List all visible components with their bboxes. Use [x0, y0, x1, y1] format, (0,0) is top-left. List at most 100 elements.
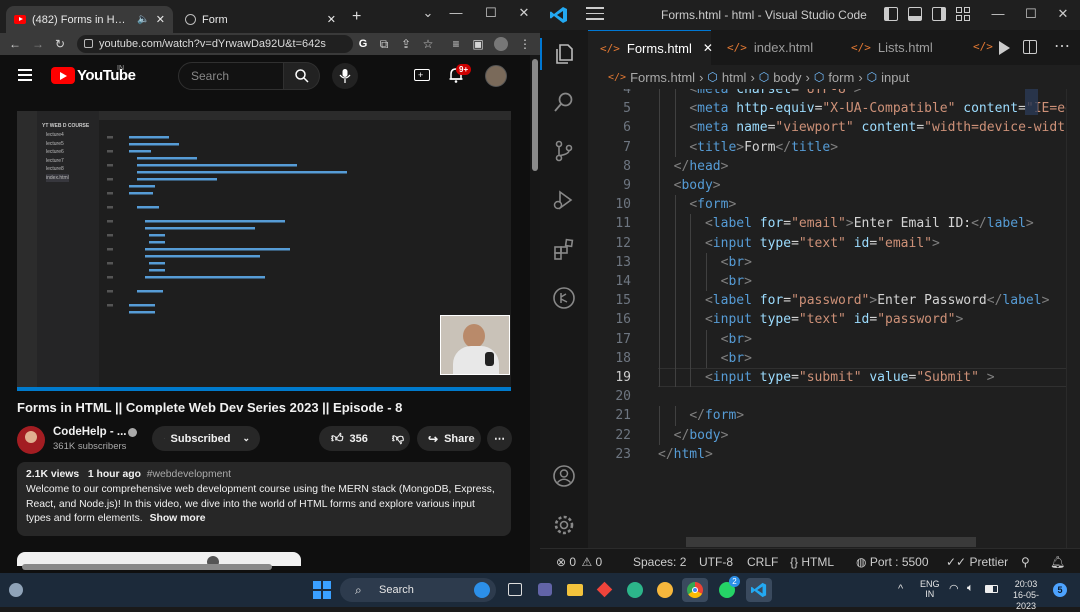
code-line[interactable]: </html>	[658, 445, 713, 464]
code-line[interactable]: </head>	[658, 157, 729, 176]
chrome-tab-form[interactable]: Form ✕	[177, 6, 344, 33]
google-lens-icon[interactable]: G	[356, 37, 370, 51]
breadcrumb-item[interactable]: input	[881, 70, 909, 85]
install-icon[interactable]: ⧉	[377, 37, 391, 51]
windows-start-icon[interactable]	[313, 581, 331, 599]
run-play-icon[interactable]	[999, 41, 1010, 55]
create-video-icon[interactable]: +	[414, 69, 430, 81]
reading-list-icon[interactable]: ≡	[449, 37, 463, 51]
clock[interactable]: 20:03 16-05-2023	[1005, 579, 1047, 612]
settings-gear-icon[interactable]	[552, 513, 576, 537]
weather-widget-icon[interactable]	[9, 583, 23, 597]
minimap[interactable]	[1025, 89, 1038, 115]
problems-indicator[interactable]: ⊗ 0 ⚠ 0	[556, 555, 602, 569]
channel-avatar[interactable]	[17, 426, 45, 454]
bookmark-star-icon[interactable]: ☆	[421, 37, 435, 51]
taskbar-search-input[interactable]: ⌕ Search	[340, 578, 496, 602]
vscode-close-button[interactable]: ✕	[1049, 4, 1077, 24]
notification-center-badge[interactable]: 5	[1053, 583, 1067, 597]
prettier-status[interactable]: ✓✓ Prettier	[946, 555, 1008, 569]
address-bar[interactable]: youtube.com/watch?v=dYrwawDa92U&t=642s	[77, 35, 353, 53]
code-line[interactable]: <meta name="viewport" content="width=dev…	[658, 118, 1080, 137]
code-line[interactable]: <meta http-equiv="X-UA-Compatible" conte…	[658, 99, 1080, 118]
site-info-icon[interactable]	[84, 39, 93, 48]
open-preview-icon[interactable]: </>	[973, 40, 993, 53]
code-line[interactable]: <meta charset="UTF-8">	[658, 89, 861, 99]
code-line[interactable]: <title>Form</title>	[658, 138, 838, 157]
profile-avatar[interactable]	[494, 37, 508, 51]
show-hidden-icons-chevron[interactable]: ^	[898, 583, 903, 595]
customize-layout-icon[interactable]	[956, 7, 970, 21]
encoding-status[interactable]: UTF-8	[699, 555, 733, 569]
breadcrumb-item[interactable]: body	[773, 70, 801, 85]
teams-chat-icon[interactable]	[532, 578, 558, 602]
new-tab-button[interactable]: +	[352, 8, 361, 26]
code-line[interactable]: <input type="submit" value="Submit" >	[658, 368, 995, 387]
vscode-taskbar-icon[interactable]	[746, 578, 772, 602]
code-line[interactable]: <br>	[658, 253, 752, 272]
reload-icon[interactable]: ↻	[53, 37, 67, 51]
code-line[interactable]: <input type="text" id="password">	[658, 310, 963, 329]
paint-icon[interactable]	[652, 578, 678, 602]
eol-status[interactable]: CRLF	[747, 555, 778, 569]
code-line[interactable]: <br>	[658, 349, 752, 368]
toggle-panel-icon[interactable]	[908, 7, 922, 21]
thumbs-down-icon[interactable]: 👎︎	[392, 431, 404, 446]
tab-index-html[interactable]: </> index.html	[715, 30, 833, 65]
tab-lists-html[interactable]: </> Lists.html	[839, 30, 959, 65]
share-page-icon[interactable]: ⇪	[399, 37, 413, 51]
volume-icon[interactable]: 🔈︎	[967, 582, 974, 595]
hamburger-menu-icon[interactable]	[586, 7, 604, 21]
speaker-icon[interactable]: 🔈	[137, 14, 149, 25]
back-arrow-icon[interactable]: ←	[8, 37, 22, 51]
source-control-icon[interactable]	[552, 139, 576, 163]
extensions-icon[interactable]	[552, 237, 576, 261]
close-window-button[interactable]: ✕	[510, 3, 538, 23]
edge-browser-icon[interactable]	[622, 578, 648, 602]
share-button[interactable]: ↪ Share	[417, 426, 481, 451]
avatar[interactable]	[485, 65, 507, 87]
code-line[interactable]: </body>	[658, 426, 729, 445]
search-button[interactable]	[284, 62, 320, 90]
close-tab-icon[interactable]: ✕	[327, 13, 336, 26]
side-panel-icon[interactable]: ▣	[471, 37, 485, 51]
breadcrumb-item[interactable]: Forms.html	[630, 70, 695, 85]
breadcrumb-item[interactable]: html	[722, 70, 747, 85]
language-indicator[interactable]: ENG IN	[920, 579, 940, 599]
anydesk-icon[interactable]	[592, 578, 618, 602]
subscribed-button[interactable]: Subscribed ⌄	[152, 426, 260, 451]
code-line[interactable]: <br>	[658, 272, 752, 291]
thumbs-up-icon[interactable]: 👍︎	[331, 431, 344, 446]
like-count[interactable]: 356	[350, 433, 368, 445]
chrome-tab-search-icon[interactable]: ⌄	[414, 3, 442, 23]
git-graph-icon[interactable]	[552, 286, 576, 310]
vscode-minimize-button[interactable]: —	[984, 4, 1012, 24]
feedback-icon[interactable]: ⚲	[1021, 555, 1030, 569]
live-server-status[interactable]: ◍ Port : 5500	[856, 555, 929, 569]
wifi-icon[interactable]: ◠	[949, 582, 959, 595]
explorer-files-icon[interactable]	[552, 42, 576, 66]
close-tab-icon[interactable]: ✕	[703, 41, 713, 55]
video-player[interactable]: YT WEB D COURSE lecture4 lecture5 lectur…	[17, 111, 511, 391]
code-line[interactable]: <label for="password">Enter Password</la…	[658, 291, 1049, 310]
channel-name[interactable]: CodeHelp - ...	[53, 426, 126, 438]
close-tab-icon[interactable]: ✕	[156, 13, 165, 26]
vscode-maximize-button[interactable]: ☐	[1017, 4, 1045, 24]
video-description-box[interactable]: 2.1K views 1 hour ago #webdevelopment We…	[17, 462, 511, 536]
code-line[interactable]: <form>	[658, 195, 736, 214]
voice-search-button[interactable]	[332, 63, 358, 89]
toggle-secondary-sidebar-icon[interactable]	[932, 7, 946, 21]
task-view-icon[interactable]	[502, 578, 528, 602]
chrome-tab-youtube[interactable]: (482) Forms in HTML || Comp 🔈 ✕	[6, 6, 173, 33]
toggle-primary-sidebar-icon[interactable]	[884, 7, 898, 21]
chrome-taskbar-icon[interactable]	[682, 578, 708, 602]
editor-horizontal-scrollbar[interactable]	[686, 537, 976, 547]
forward-arrow-icon[interactable]: →	[31, 37, 45, 51]
split-editor-icon[interactable]	[1023, 40, 1037, 54]
code-line[interactable]: <br>	[658, 330, 752, 349]
code-line[interactable]: </form>	[658, 406, 744, 425]
more-actions-icon[interactable]: ⋯	[1054, 36, 1070, 56]
youtube-logo-icon[interactable]	[51, 67, 75, 84]
editor-scrollbar[interactable]	[1066, 89, 1080, 548]
hamburger-menu-icon[interactable]	[18, 69, 32, 81]
